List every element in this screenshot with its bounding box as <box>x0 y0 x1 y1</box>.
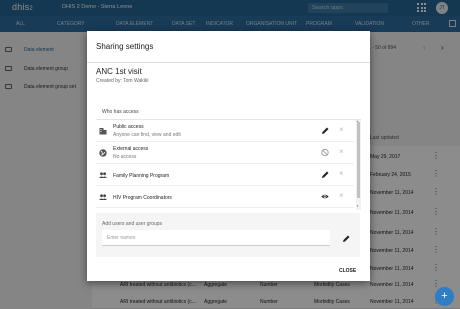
block-icon[interactable] <box>321 148 329 157</box>
access-row-hiv-coordinators: HIV Program Coordinators × <box>96 186 354 208</box>
close-icon: × <box>339 125 344 134</box>
close-icon[interactable]: × <box>339 191 344 200</box>
group-icon <box>99 194 107 200</box>
divider <box>87 62 370 63</box>
access-detail: No access <box>113 154 137 160</box>
access-list-scrollbar[interactable]: ▲ ▼ <box>356 119 361 210</box>
dialog-title: Sharing settings <box>96 42 154 51</box>
created-by: Created by: Tom Wakiki <box>96 78 149 84</box>
close-icon[interactable]: × <box>339 169 344 178</box>
access-name: Public access <box>113 124 144 130</box>
pencil-icon[interactable] <box>342 234 350 243</box>
business-icon <box>99 128 107 135</box>
scrollbar-thumb[interactable] <box>357 122 360 198</box>
pencil-icon[interactable] <box>321 126 329 135</box>
add-fab-button[interactable]: + <box>435 287 454 306</box>
access-row-family-planning: Family Planning Program × <box>96 164 354 186</box>
add-users-section: Add users and user groups <box>96 213 360 257</box>
sharing-settings-dialog: Sharing settings ANC 1st visit Created b… <box>87 31 370 281</box>
add-users-label: Add users and user groups <box>102 221 163 227</box>
eye-icon[interactable] <box>321 192 329 201</box>
object-name: ANC 1st visit <box>96 67 142 76</box>
access-list: Public access Anyone can find, view and … <box>96 119 361 210</box>
public-globe-icon <box>99 149 107 157</box>
pencil-icon[interactable] <box>321 170 329 179</box>
scroll-down-icon[interactable]: ▼ <box>356 204 359 208</box>
close-icon: × <box>339 147 344 156</box>
who-has-access-label: Who has access <box>102 109 139 115</box>
access-detail: Anyone can find, view and edit <box>113 132 181 138</box>
group-icon <box>99 172 107 178</box>
access-name: Family Planning Program <box>113 173 170 179</box>
access-row-public: Public access Anyone can find, view and … <box>96 120 354 142</box>
close-button[interactable]: CLOSE <box>339 268 356 274</box>
access-row-external: External access No access × <box>96 142 354 164</box>
access-name: HIV Program Coordinators <box>113 195 172 201</box>
user-search-input[interactable] <box>102 230 330 246</box>
access-name: External access <box>113 146 149 152</box>
